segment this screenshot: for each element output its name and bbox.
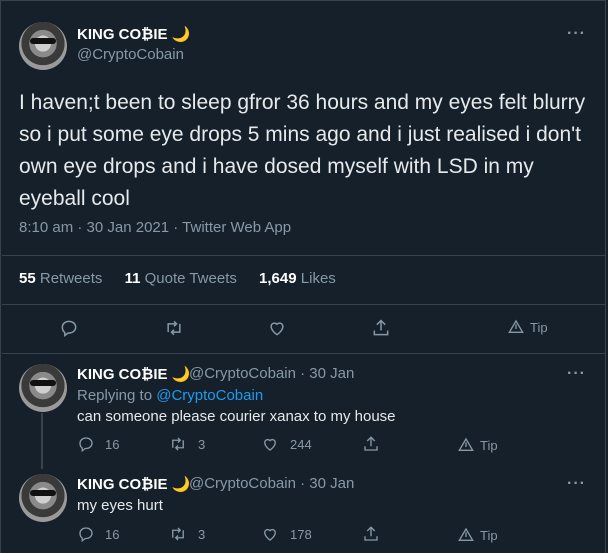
share-icon — [364, 526, 378, 541]
share-button[interactable] — [362, 524, 380, 544]
author-name-text: KING CO₿IE — [77, 26, 168, 43]
replying-to: Replying to @CryptoCobain — [77, 387, 263, 404]
divider — [2, 255, 606, 256]
reply-text: my eyes hurt — [77, 497, 163, 514]
reply-button[interactable]: 16 — [77, 435, 119, 453]
divider — [2, 304, 606, 305]
author-name-text: KING CO₿IE — [77, 366, 168, 383]
author-name[interactable]: KING CO₿IE 🌙 — [77, 365, 190, 383]
reply-count: 16 — [105, 526, 120, 542]
author-handle[interactable]: @CryptoCobain — [77, 46, 184, 63]
reply-button[interactable]: 16 — [77, 525, 119, 543]
avatar[interactable] — [19, 474, 67, 522]
reply-icon — [79, 437, 93, 453]
quotes-stat[interactable]: 11 Quote Tweets — [125, 270, 237, 287]
share-icon — [373, 319, 389, 336]
share-button[interactable] — [362, 434, 380, 454]
reply-button[interactable] — [59, 318, 79, 338]
like-icon — [264, 528, 276, 541]
more-icon[interactable]: ··· — [567, 25, 586, 43]
tweet-text: I haven;t been to sleep gfror 36 hours a… — [19, 91, 586, 210]
like-count: 244 — [290, 436, 312, 452]
retweet-icon — [172, 437, 184, 451]
moon-emoji: 🌙 — [171, 476, 191, 493]
author-name-text: KING CO₿IE — [77, 476, 168, 493]
retweet-icon — [172, 527, 184, 541]
reply-icon — [61, 320, 77, 337]
retweet-count: 3 — [198, 526, 206, 542]
likes-label: Likes — [300, 270, 336, 287]
retweets-stat[interactable]: 55 Retweets — [19, 270, 102, 287]
likes-stat[interactable]: 1,649 Likes — [259, 270, 336, 287]
share-icon — [364, 436, 378, 451]
like-icon — [264, 438, 276, 451]
reply-count: 16 — [105, 436, 120, 452]
tip-label: Tip — [530, 319, 548, 335]
moon-emoji: 🌙 — [171, 26, 191, 43]
retweets-count: 55 — [19, 270, 36, 287]
like-button[interactable]: 178 — [260, 525, 312, 543]
replying-handle-link[interactable]: @CryptoCobain — [156, 387, 263, 404]
handle-and-date[interactable]: @CryptoCobain · 30 Jan — [189, 365, 354, 382]
tip-button[interactable]: Tip — [458, 437, 498, 453]
tweet-timestamp[interactable]: 8:10 am · 30 Jan 2021 · Twitter Web App — [19, 219, 291, 236]
quotes-label: Quote Tweets — [144, 270, 237, 287]
tip-icon — [458, 527, 474, 541]
replying-prefix: Replying to — [77, 387, 153, 404]
tweet-thread: KING CO₿IE 🌙 @CryptoCobain ··· I haven;t… — [0, 0, 606, 553]
reply-text: can someone please courier xanax to my h… — [77, 408, 396, 425]
share-button[interactable] — [371, 317, 391, 339]
retweet-count: 3 — [198, 436, 206, 452]
like-icon — [270, 322, 284, 336]
author-name[interactable]: KING CO₿IE 🌙 — [77, 475, 190, 493]
tip-icon — [458, 437, 474, 451]
divider — [2, 353, 606, 354]
author-name[interactable]: KING CO₿IE 🌙 — [77, 25, 190, 43]
retweet-button[interactable] — [163, 318, 185, 338]
like-count: 178 — [290, 526, 312, 542]
tip-button[interactable]: Tip — [508, 319, 548, 335]
retweets-label: Retweets — [39, 270, 103, 287]
tip-button[interactable]: Tip — [458, 527, 498, 543]
moon-emoji: 🌙 — [171, 366, 191, 383]
retweet-button[interactable]: 3 — [168, 435, 205, 453]
more-icon[interactable]: ··· — [567, 365, 586, 383]
tip-label: Tip — [480, 527, 498, 543]
thread-connector — [41, 413, 43, 469]
retweet-button[interactable]: 3 — [168, 525, 205, 543]
more-icon[interactable]: ··· — [567, 475, 586, 493]
tweet-stats: 55 Retweets 11 Quote Tweets 1,649 Likes — [19, 270, 354, 287]
retweet-icon — [167, 320, 181, 336]
like-button[interactable]: 244 — [260, 435, 312, 453]
quotes-count: 11 — [124, 270, 141, 287]
handle-and-date[interactable]: @CryptoCobain · 30 Jan — [189, 475, 354, 492]
tip-label: Tip — [480, 437, 498, 453]
avatar[interactable] — [19, 364, 67, 412]
tip-icon — [508, 319, 524, 333]
likes-count: 1,649 — [259, 270, 297, 287]
avatar[interactable] — [19, 22, 67, 70]
like-button[interactable] — [266, 318, 288, 338]
reply-icon — [79, 527, 93, 543]
